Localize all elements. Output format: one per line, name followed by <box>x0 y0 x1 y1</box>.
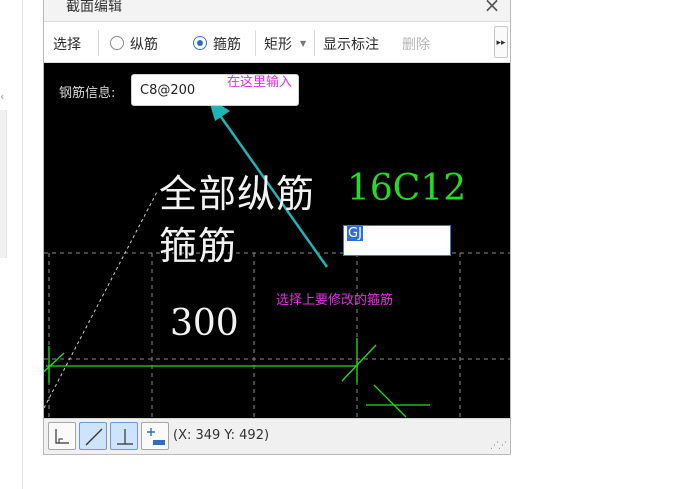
delete-button[interactable]: 删除 <box>402 34 430 54</box>
all-longitudinal-label: 全部纵筋 <box>159 172 316 216</box>
toolbar: 选择 纵筋 箍筋 矩形 ▼ 显示标注 删除 ▸▸ <box>44 21 510 63</box>
add-point-button[interactable] <box>141 422 169 450</box>
snap-line-icon <box>85 428 103 446</box>
resize-grip-icon[interactable]: ⋰⋰ <box>490 441 507 451</box>
section-edit-window: 截面编辑 × 选择 纵筋 箍筋 矩形 ▼ 显示标注 删除 ▸▸ 钢筋信息: C8… <box>43 0 511 455</box>
toolbar-separator <box>314 30 315 56</box>
toolbar-separator <box>98 30 99 56</box>
background-panel-divider <box>22 0 23 489</box>
select-hint-annotation: 选择上要修改的箍筋 <box>276 293 394 308</box>
add-point-icon <box>147 428 165 445</box>
stirrup-radio-label[interactable]: 箍筋 <box>213 34 241 54</box>
longitudinal-value-text[interactable]: 16C12 <box>347 168 466 209</box>
rebar-info-label: 钢筋信息: <box>59 86 116 101</box>
toolbar-overflow-button[interactable]: ▸▸ <box>494 26 508 58</box>
select-button[interactable]: 选择 <box>53 34 81 54</box>
background-side-panel <box>0 110 7 258</box>
snap-endpoint-icon <box>55 429 69 444</box>
stirrup-edit-field[interactable]: GJ <box>343 225 451 256</box>
collapse-chevron-icon[interactable]: ‹ <box>0 90 4 103</box>
leader-line <box>44 189 159 409</box>
stirrup-radio[interactable] <box>193 36 207 50</box>
shape-dropdown[interactable]: 矩形 <box>264 34 292 54</box>
dimension-line[interactable] <box>44 338 430 418</box>
drawing-canvas[interactable]: 钢筋信息: 在这里输入 全部纵筋 16C12 箍筋 GJ 选择上要修改的箍筋 3… <box>44 63 510 418</box>
chevron-down-icon[interactable]: ▼ <box>300 39 306 48</box>
toolbar-separator <box>255 30 256 56</box>
stirrup-edit-selection: GJ <box>347 226 363 241</box>
show-annotation-button[interactable]: 显示标注 <box>323 34 379 54</box>
longitudinal-radio-label[interactable]: 纵筋 <box>130 34 158 54</box>
status-bar: (X: 349 Y: 492) ⋰⋰ <box>44 418 510 454</box>
window-title: 截面编辑 <box>66 0 122 15</box>
cursor-coordinates: (X: 349 Y: 492) <box>173 428 270 443</box>
close-icon[interactable]: × <box>482 0 502 16</box>
longitudinal-radio[interactable] <box>110 36 124 50</box>
section-grid-lines <box>44 252 510 418</box>
snap-endpoint-button[interactable] <box>48 422 76 450</box>
snap-line-button[interactable] <box>79 422 107 450</box>
dimension-text[interactable]: 300 <box>170 303 239 344</box>
snap-perpendicular-icon <box>117 429 133 445</box>
stirrup-label: 箍筋 <box>159 224 238 268</box>
input-hint-annotation: 在这里输入 <box>227 75 293 90</box>
snap-perpendicular-button[interactable] <box>110 422 138 450</box>
title-bar[interactable]: 截面编辑 × <box>44 0 510 21</box>
